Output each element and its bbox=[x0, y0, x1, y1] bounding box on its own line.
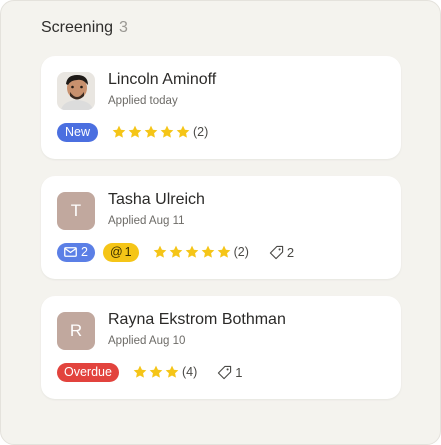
star-icon bbox=[185, 245, 198, 258]
tags[interactable]: 2 bbox=[269, 245, 294, 260]
status-badge: New bbox=[57, 122, 99, 142]
rating-count: (2) bbox=[233, 245, 249, 259]
candidate-card[interactable]: T Tasha Ulreich Applied Aug 11 2 @ 1 (2)… bbox=[41, 176, 401, 279]
applied-date: Applied today bbox=[108, 95, 178, 107]
applied-date: Applied Aug 11 bbox=[108, 215, 185, 227]
avatar: T bbox=[57, 192, 95, 230]
star-icon bbox=[133, 365, 147, 378]
rating: (4) bbox=[132, 364, 197, 380]
applied-date: Applied Aug 10 bbox=[108, 335, 186, 347]
star-icon bbox=[153, 245, 166, 258]
tag-icon bbox=[218, 365, 232, 379]
message-badge[interactable]: 2 bbox=[57, 242, 95, 262]
star-icon bbox=[217, 245, 230, 258]
star-icon bbox=[160, 125, 174, 138]
tag-count: 2 bbox=[286, 244, 295, 260]
screening-column: Screening 3 Lincoln Aminoff Applied today… bbox=[0, 0, 441, 445]
at-icon: @ bbox=[109, 244, 123, 259]
candidate-name[interactable]: Rayna Ekstrom Bothman bbox=[108, 311, 286, 329]
column-count: 3 bbox=[119, 19, 128, 36]
card-meta: Overdue (4) 1 bbox=[57, 362, 242, 382]
star-icon bbox=[176, 125, 190, 138]
star-icon bbox=[144, 125, 158, 138]
star-icon bbox=[128, 125, 142, 138]
candidate-name[interactable]: Lincoln Aminoff bbox=[108, 71, 216, 89]
star-icon bbox=[112, 125, 126, 138]
star-icon bbox=[201, 245, 214, 258]
message-count: 2 bbox=[81, 244, 88, 259]
candidate-name[interactable]: Tasha Ulreich bbox=[108, 191, 205, 209]
rating-count: (2) bbox=[193, 125, 209, 139]
column-header: Screening 3 bbox=[41, 19, 128, 37]
star-icon bbox=[165, 365, 179, 378]
tags[interactable]: 1 bbox=[217, 365, 242, 380]
avatar bbox=[57, 72, 95, 110]
rating-count: (4) bbox=[181, 365, 198, 379]
card-meta: New (2) bbox=[57, 122, 208, 142]
candidate-card[interactable]: Lincoln Aminoff Applied today New (2) bbox=[41, 56, 401, 159]
card-meta: 2 @ 1 (2) 2 bbox=[57, 242, 294, 262]
mail-icon bbox=[64, 247, 77, 257]
mention-badge[interactable]: @ 1 bbox=[102, 242, 139, 262]
rating: (2) bbox=[152, 244, 249, 260]
status-badge: Overdue bbox=[57, 362, 119, 382]
star-icon bbox=[169, 245, 182, 258]
tag-count: 1 bbox=[235, 364, 243, 380]
column-title: Screening bbox=[41, 19, 114, 36]
rating: (2) bbox=[111, 124, 208, 140]
mention-count: 1 bbox=[124, 244, 132, 259]
candidate-card[interactable]: R Rayna Ekstrom Bothman Applied Aug 10 O… bbox=[41, 296, 401, 399]
star-icon bbox=[149, 365, 163, 378]
avatar: R bbox=[57, 312, 95, 350]
tag-icon bbox=[269, 245, 284, 259]
avatar-photo bbox=[57, 72, 95, 110]
